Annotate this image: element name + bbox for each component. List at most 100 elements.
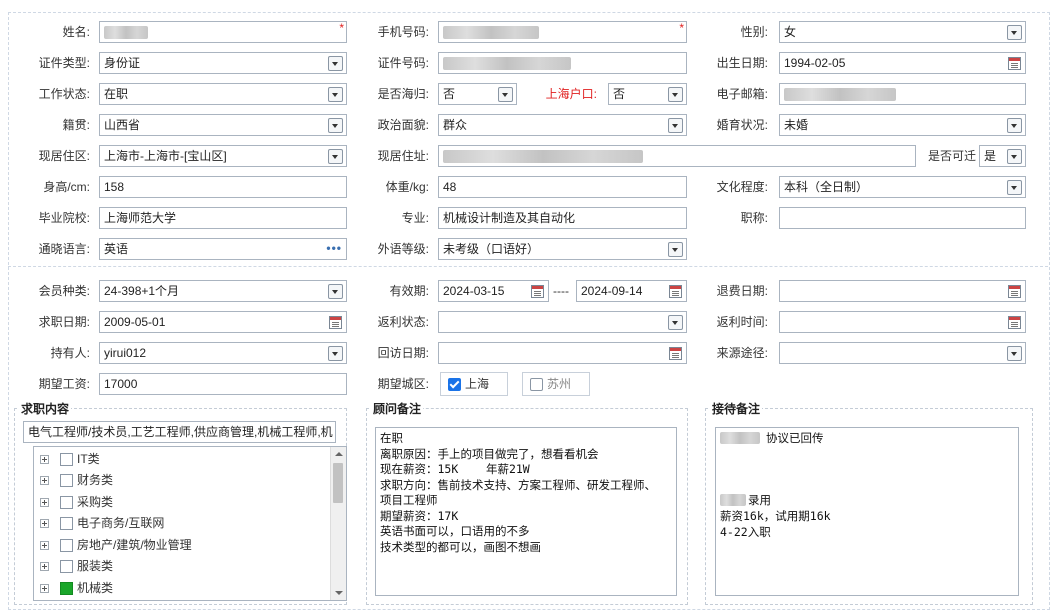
gender-label: 性别: bbox=[740, 25, 768, 39]
source-select[interactable] bbox=[779, 342, 1026, 364]
valid-to-input[interactable]: 2024-09-14 bbox=[576, 280, 687, 302]
redacted-id-number bbox=[443, 57, 571, 70]
height-input[interactable]: 158 bbox=[99, 176, 347, 198]
scroll-up-icon[interactable] bbox=[335, 452, 343, 456]
title-input[interactable] bbox=[779, 207, 1026, 229]
revisit-date-label: 回访日期: bbox=[377, 346, 429, 360]
id-number-input[interactable] bbox=[438, 52, 687, 74]
source-label: 来源途径: bbox=[716, 346, 768, 360]
checkbox-checked-icon[interactable] bbox=[60, 582, 73, 595]
expand-icon[interactable] bbox=[40, 541, 49, 550]
language-input[interactable]: 英语 ••• bbox=[99, 238, 347, 260]
checkbox-icon[interactable] bbox=[60, 474, 73, 487]
chevron-down-icon bbox=[328, 118, 343, 133]
checkbox-icon[interactable] bbox=[60, 453, 73, 466]
expand-icon[interactable] bbox=[40, 519, 49, 528]
gender-select[interactable]: 女 bbox=[779, 21, 1026, 43]
name-input[interactable]: * bbox=[99, 21, 347, 43]
residence-address-input[interactable] bbox=[438, 145, 916, 167]
expand-icon[interactable] bbox=[40, 476, 49, 485]
school-input[interactable]: 上海师范大学 bbox=[99, 207, 347, 229]
scrollbar[interactable] bbox=[330, 447, 346, 600]
education-select[interactable]: 本科（全日制） bbox=[779, 176, 1026, 198]
member-type-select[interactable]: 24-398+1个月 bbox=[99, 280, 347, 302]
chevron-down-icon bbox=[328, 87, 343, 102]
redacted-address bbox=[443, 150, 643, 163]
scroll-down-icon[interactable] bbox=[335, 591, 343, 595]
reception-notes-title: 接待备注 bbox=[710, 400, 763, 417]
calendar-icon[interactable] bbox=[1008, 57, 1021, 70]
checkbox-checked-icon bbox=[448, 378, 461, 391]
calendar-icon[interactable] bbox=[329, 316, 342, 329]
id-type-select[interactable]: 身份证 bbox=[99, 52, 347, 74]
salary-input[interactable]: 17000 bbox=[99, 373, 347, 395]
city-option-suzhou[interactable]: 苏州 bbox=[522, 372, 590, 396]
rebate-status-select[interactable] bbox=[438, 311, 687, 333]
residence-area-select[interactable]: 上海市-上海市-[宝山区] bbox=[99, 145, 347, 167]
job-content-summary[interactable]: 电气工程师/技术员,工艺工程师,供应商管理,机械工程师,机 bbox=[23, 421, 336, 443]
major-input[interactable]: 机械设计制造及其自动化 bbox=[438, 207, 687, 229]
reception-notes-textarea[interactable]: 协议已回传 录用 薪资16k，试用期16k 4-22入职 bbox=[715, 427, 1019, 596]
marital-label: 婚育状况: bbox=[716, 118, 768, 132]
expand-icon[interactable] bbox=[40, 562, 49, 571]
marital-select[interactable]: 未婚 bbox=[779, 114, 1026, 136]
work-status-label: 工作状态: bbox=[38, 87, 90, 101]
scrollbar-thumb[interactable] bbox=[333, 463, 343, 503]
id-type-label: 证件类型: bbox=[38, 56, 90, 70]
relocate-select[interactable]: 是 bbox=[979, 145, 1026, 167]
checkbox-icon[interactable] bbox=[60, 560, 73, 573]
calendar-icon[interactable] bbox=[531, 285, 544, 298]
job-content-title: 求职内容 bbox=[19, 400, 72, 417]
shanghai-hukou-select[interactable]: 否 bbox=[608, 83, 687, 105]
title-label: 职称: bbox=[740, 211, 768, 225]
phone-input[interactable]: * bbox=[438, 21, 687, 43]
weight-input[interactable]: 48 bbox=[438, 176, 687, 198]
birth-date-label: 出生日期: bbox=[716, 56, 768, 70]
foreign-level-label: 外语等级: bbox=[377, 242, 429, 256]
redacted-phone bbox=[443, 26, 539, 39]
foreign-level-select[interactable]: 未考级（口语好） bbox=[438, 238, 687, 260]
refund-date-label: 退费日期: bbox=[716, 284, 768, 298]
chevron-down-icon bbox=[1007, 346, 1022, 361]
holder-label: 持有人: bbox=[50, 346, 90, 360]
calendar-icon[interactable] bbox=[669, 347, 682, 360]
language-label: 通晓语言: bbox=[38, 242, 90, 256]
valid-label: 有效期: bbox=[389, 284, 429, 298]
work-status-select[interactable]: 在职 bbox=[99, 83, 347, 105]
relocate-label: 是否可迁 bbox=[927, 149, 976, 163]
native-place-select[interactable]: 山西省 bbox=[99, 114, 347, 136]
consultant-notes-title: 顾问备注 bbox=[371, 400, 424, 417]
redacted-name bbox=[104, 26, 148, 39]
calendar-icon[interactable] bbox=[1008, 285, 1021, 298]
expand-icon[interactable] bbox=[40, 455, 49, 464]
job-date-input[interactable]: 2009-05-01 bbox=[99, 311, 347, 333]
more-icon[interactable]: ••• bbox=[326, 239, 342, 257]
chevron-down-icon bbox=[328, 346, 343, 361]
job-content-panel: 求职内容 电气工程师/技术员,工艺工程师,供应商管理,机械工程师,机 IT类 财… bbox=[14, 400, 347, 605]
residence-area-label: 现居住区: bbox=[38, 149, 90, 163]
refund-date-input[interactable] bbox=[779, 280, 1026, 302]
redacted-name bbox=[720, 494, 746, 506]
checkbox-icon[interactable] bbox=[60, 517, 73, 530]
city-label: 期望城区: bbox=[377, 377, 429, 391]
checkbox-icon[interactable] bbox=[60, 539, 73, 552]
email-input[interactable] bbox=[779, 83, 1026, 105]
rebate-time-input[interactable] bbox=[779, 311, 1026, 333]
valid-from-input[interactable]: 2024-03-15 bbox=[438, 280, 549, 302]
consultant-notes-textarea[interactable]: 在职 离职原因：手上的项目做完了，想看看机会 现在薪资：15K 年薪21W 求职… bbox=[375, 427, 677, 596]
overseas-select[interactable]: 否 bbox=[438, 83, 517, 105]
chevron-down-icon bbox=[668, 87, 683, 102]
calendar-icon[interactable] bbox=[669, 285, 682, 298]
city-option-shanghai[interactable]: 上海 bbox=[440, 372, 508, 396]
birth-date-input[interactable]: 1994-02-05 bbox=[779, 52, 1026, 74]
checkbox-icon[interactable] bbox=[60, 496, 73, 509]
chevron-down-icon bbox=[1007, 25, 1022, 40]
holder-select[interactable]: yirui012 bbox=[99, 342, 347, 364]
political-select[interactable]: 群众 bbox=[438, 114, 687, 136]
revisit-date-input[interactable] bbox=[438, 342, 687, 364]
calendar-icon[interactable] bbox=[1008, 316, 1021, 329]
expand-icon[interactable] bbox=[40, 498, 49, 507]
section-divider bbox=[8, 266, 1048, 267]
expand-icon[interactable] bbox=[40, 584, 49, 593]
reception-notes-panel: 接待备注 协议已回传 录用 薪资16k，试用期16k 4-22入职 bbox=[705, 400, 1033, 605]
